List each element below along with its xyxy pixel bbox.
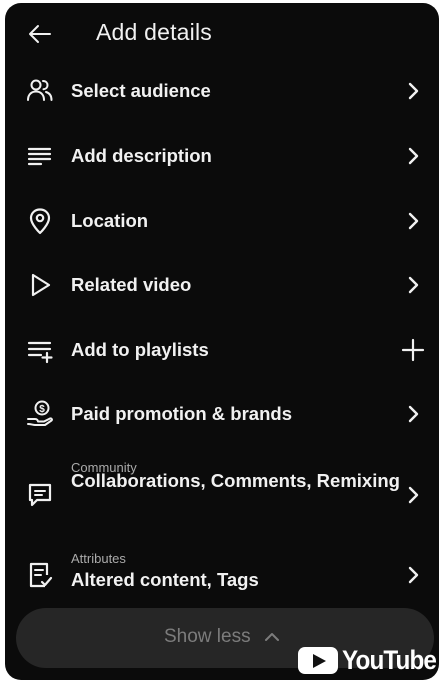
community-label: Collaborations, Comments, Remixing [71, 470, 400, 491]
related-video-item[interactable]: Related video [5, 257, 439, 313]
comment-icon [25, 480, 55, 510]
community-item[interactable]: Community Collaborations, Comments, Remi… [5, 455, 439, 535]
svg-text:$: $ [39, 404, 45, 415]
paid-promotion-label: Paid promotion & brands [71, 403, 292, 424]
add-description-item[interactable]: Add description [5, 128, 439, 184]
plus-icon[interactable] [401, 338, 425, 362]
checklist-doc-icon [25, 560, 55, 590]
attributes-category: Attributes [71, 551, 126, 566]
chevron-right-icon [401, 483, 425, 507]
people-icon [25, 76, 55, 106]
related-video-label: Related video [71, 274, 192, 295]
show-less-label: Show less [164, 626, 251, 647]
chevron-right-icon [401, 79, 425, 103]
text-lines-icon [25, 141, 55, 171]
location-item[interactable]: Location [5, 193, 439, 249]
playlist-add-icon [25, 335, 55, 365]
chevron-right-icon [401, 402, 425, 426]
play-outline-icon [25, 270, 55, 300]
paid-promotion-item[interactable]: $ Paid promotion & brands [5, 386, 439, 442]
money-hand-icon: $ [25, 399, 55, 429]
select-audience-label: Select audience [71, 80, 211, 101]
header: Add details [5, 3, 439, 61]
chevron-right-icon [401, 273, 425, 297]
page-title: Add details [96, 19, 212, 45]
chevron-up-icon [263, 628, 281, 646]
select-audience-item[interactable]: Select audience [5, 63, 439, 119]
show-less-button[interactable]: Show less [164, 626, 281, 648]
location-label: Location [71, 210, 149, 231]
location-pin-icon [25, 206, 55, 236]
attributes-label: Altered content, Tags [71, 569, 259, 590]
add-to-playlists-item[interactable]: Add to playlists [5, 322, 439, 378]
chevron-right-icon [401, 563, 425, 587]
chevron-right-icon [401, 209, 425, 233]
add-description-label: Add description [71, 145, 212, 166]
youtube-watermark: YouTube [298, 643, 443, 677]
add-to-playlists-label: Add to playlists [71, 339, 209, 360]
youtube-play-icon [298, 646, 338, 674]
add-details-panel: Add details Select audience Add descript… [5, 3, 439, 680]
youtube-wordmark: YouTube [342, 644, 437, 675]
attributes-item[interactable]: Attributes Altered content, Tags [5, 547, 439, 603]
chevron-right-icon [401, 144, 425, 168]
arrow-left-icon[interactable] [26, 20, 54, 48]
